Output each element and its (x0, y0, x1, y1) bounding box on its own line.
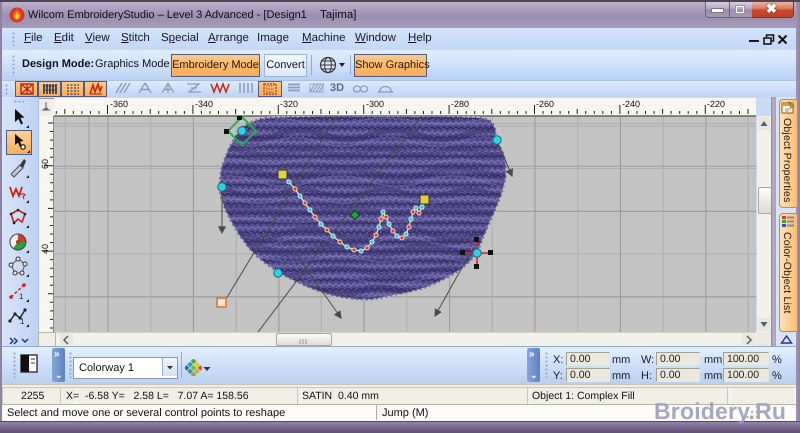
svg-text:1: 1 (20, 317, 25, 326)
svg-text:1: 1 (19, 292, 24, 301)
